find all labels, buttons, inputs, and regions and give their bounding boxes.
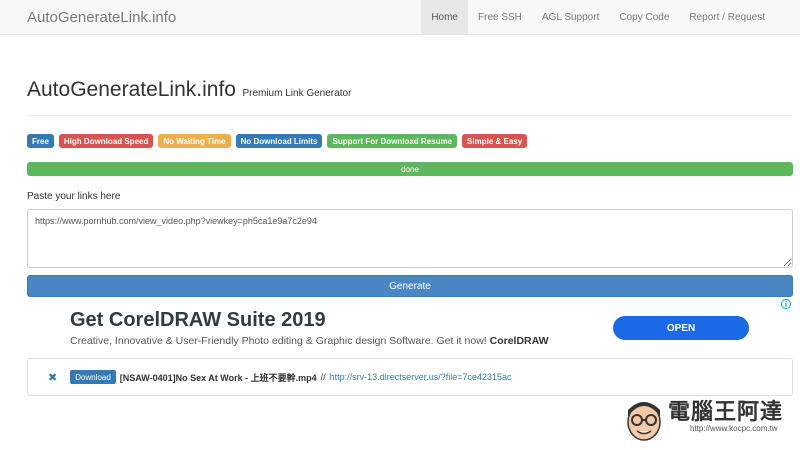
separator: // <box>320 372 326 382</box>
nav-home[interactable]: Home <box>421 0 468 34</box>
feature-badges: Free High Download Speed No Waiting Time… <box>27 134 528 148</box>
ad-choices-icon[interactable] <box>781 299 791 309</box>
mascot-face-icon <box>627 402 661 441</box>
watermark: 電腦王阿達 http://www.kocpc.com.tw <box>624 390 794 446</box>
watermark-text: 電腦王阿達 <box>668 400 784 425</box>
nav-agl-support[interactable]: AGL Support <box>532 0 609 34</box>
page-title: AutoGenerateLink.info <box>27 78 236 101</box>
page-subtitle: Premium Link Generator <box>242 88 352 99</box>
file-name: [NSAW-0401]No Sex At Work - 上班不要幹.mp4 <box>119 372 317 383</box>
download-button[interactable]: Download <box>70 370 116 384</box>
paste-links-label: Paste your links here <box>27 191 121 202</box>
watermark-url: http://www.kocpc.com.tw <box>690 424 778 433</box>
badge-high-download-speed: High Download Speed <box>58 134 154 148</box>
progress-fill: done <box>27 162 793 176</box>
nav-menu: Home Free SSH AGL Support Copy Code Repo… <box>421 0 775 34</box>
progress-bar: done <box>27 162 793 176</box>
nav-report-request[interactable]: Report / Request <box>679 0 775 34</box>
page-header: AutoGenerateLink.info Premium Link Gener… <box>27 78 793 116</box>
ad-description-text: Creative, Innovative & User-Friendly Pho… <box>70 335 487 347</box>
brand-link[interactable]: AutoGenerateLink.info <box>27 9 176 26</box>
generate-button[interactable]: Generate <box>27 275 793 297</box>
generate-button-label: Generate <box>389 280 431 292</box>
nav-free-ssh[interactable]: Free SSH <box>468 0 532 34</box>
links-textarea[interactable] <box>27 209 793 268</box>
ad-open-button[interactable]: OPEN <box>613 316 749 340</box>
badge-simple-easy: Simple & Easy <box>462 134 528 148</box>
ad-title[interactable]: Get CorelDRAW Suite 2019 <box>70 309 326 332</box>
ad-brand: CorelDRAW <box>489 335 549 347</box>
badge-download-resume: Support For Download Resume <box>327 134 458 148</box>
ad-banner[interactable]: Get CorelDRAW Suite 2019 Creative, Innov… <box>27 298 793 358</box>
ad-open-label: OPEN <box>666 322 696 334</box>
badge-free: Free <box>27 134 54 148</box>
close-icon[interactable]: ✖ <box>48 371 57 384</box>
ad-description: Creative, Innovative & User-Friendly Pho… <box>70 335 549 347</box>
badge-no-waiting-time: No Waiting Time <box>158 134 231 148</box>
badge-no-download-limits: No Download Limits <box>235 134 323 148</box>
navbar: AutoGenerateLink.info Home Free SSH AGL … <box>0 0 800 35</box>
download-link[interactable]: http://srv-13.directserver.us/?file=7ce4… <box>330 372 512 382</box>
progress-label: done <box>401 164 419 174</box>
nav-copy-code[interactable]: Copy Code <box>609 0 679 34</box>
